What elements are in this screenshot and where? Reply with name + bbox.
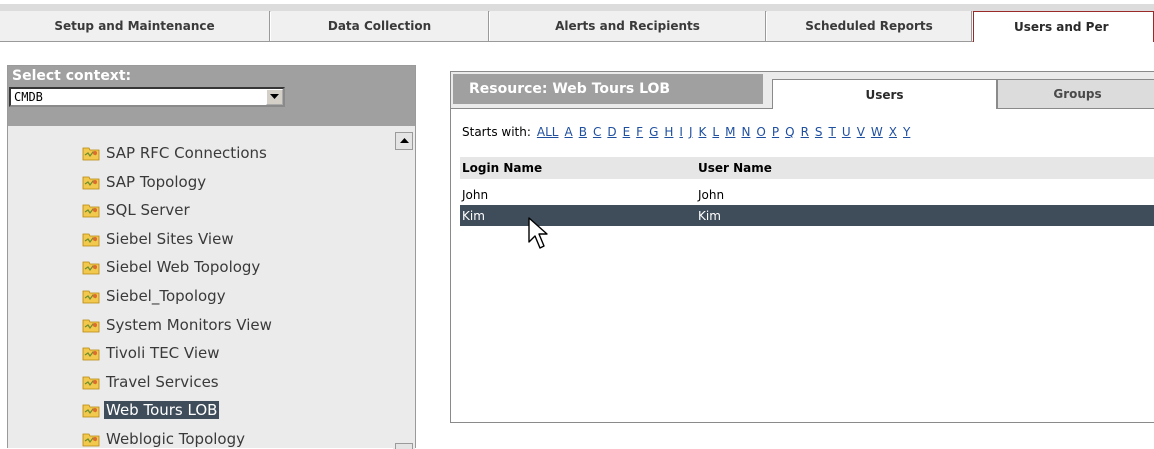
letter-filter-link[interactable]: V	[857, 125, 865, 139]
folder-icon	[82, 145, 100, 161]
context-header: Select context: CMDB	[8, 66, 415, 126]
letter-filter-link[interactable]: T	[829, 125, 836, 139]
top-tab-bar: Setup and Maintenance Data Collection Al…	[0, 0, 1154, 42]
tree-item-label: System Monitors View	[106, 315, 272, 334]
letter-filter-link[interactable]: M	[725, 125, 735, 139]
resource-title: Resource: Web Tours LOB	[453, 74, 763, 104]
column-user-name[interactable]: User Name	[698, 161, 772, 175]
tree-item[interactable]: SAP Topology	[82, 171, 208, 193]
letter-filter-link[interactable]: D	[607, 125, 616, 139]
context-tree: SAP RFC Connections SAP Topology SQL Serve…	[8, 126, 393, 449]
folder-icon	[82, 202, 100, 218]
tree-item-label: Siebel_Topology	[106, 287, 226, 305]
tree-item-label: Weblogic Topology	[106, 430, 245, 448]
folder-icon	[82, 345, 100, 361]
tree-item[interactable]: Siebel Sites View	[82, 228, 236, 250]
context-select[interactable]: CMDB	[9, 87, 285, 107]
folder-icon	[82, 231, 100, 247]
tree-item[interactable]: Tivoli TEC View	[82, 342, 222, 364]
letter-filter-link[interactable]: X	[889, 125, 897, 139]
tab-alerts-and-recipients[interactable]: Alerts and Recipients	[490, 11, 766, 41]
letter-filter-link[interactable]: R	[801, 125, 809, 139]
column-login-name[interactable]: Login Name	[462, 161, 542, 175]
tree-item-label: Siebel Sites View	[106, 229, 234, 248]
folder-icon	[82, 174, 100, 190]
mouse-pointer-icon	[528, 217, 548, 249]
letter-filter-link[interactable]: L	[712, 125, 719, 139]
tree-item-label: Siebel Web Topology	[106, 258, 261, 277]
letter-filter-link[interactable]: P	[772, 125, 779, 139]
resource-header: Resource: Web Tours LOB Users Groups	[451, 72, 1154, 109]
folder-icon	[82, 374, 100, 390]
letter-filter-link[interactable]: C	[593, 125, 601, 139]
letter-filter-link[interactable]: F	[636, 125, 643, 139]
tab-data-collection[interactable]: Data Collection	[271, 11, 489, 41]
folder-icon	[82, 431, 100, 447]
letter-filter-link[interactable]: ALL	[537, 125, 559, 139]
login-name-cell: Kim	[462, 209, 485, 223]
scroll-down-arrow-icon[interactable]	[395, 443, 413, 449]
letter-filter-link[interactable]: A	[564, 125, 572, 139]
context-select-value: CMDB	[14, 90, 43, 104]
letter-filter-link[interactable]: G	[649, 125, 658, 139]
tab-users-and-permissions[interactable]: Users and Per	[973, 11, 1154, 42]
tree-item[interactable]: Web Tours LOB	[82, 399, 220, 421]
tab-scheduled-reports[interactable]: Scheduled Reports	[767, 11, 972, 41]
tree-item[interactable]: Weblogic Topology	[82, 428, 247, 449]
tab-groups[interactable]: Groups	[997, 79, 1154, 109]
letter-filter-link[interactable]: U	[842, 125, 851, 139]
folder-icon	[82, 288, 100, 304]
letter-filter-link[interactable]: B	[579, 125, 587, 139]
table-row-selected[interactable]: Kim Kim	[460, 205, 1154, 226]
tab-setup-and-maintenance[interactable]: Setup and Maintenance	[0, 11, 270, 41]
letter-filter-link[interactable]: O	[756, 125, 765, 139]
tree-item[interactable]: Travel Services	[82, 371, 221, 393]
chevron-down-icon[interactable]	[266, 89, 283, 105]
letter-filter-link[interactable]: H	[664, 125, 673, 139]
login-name-cell: John	[462, 188, 489, 202]
tree-item-label: SAP RFC Connections	[106, 144, 267, 162]
context-label: Select context:	[12, 68, 132, 84]
tree-item[interactable]: Siebel Web Topology	[82, 256, 262, 278]
letter-filter-link[interactable]: J	[689, 125, 693, 139]
tree-item-label: SQL Server	[106, 201, 190, 220]
tree-item[interactable]: System Monitors View	[82, 314, 274, 336]
letter-filter-link[interactable]: N	[741, 125, 750, 139]
user-name-cell: John	[698, 188, 725, 202]
tree-item-label: SAP Topology	[106, 172, 207, 191]
users-table-header: Login Name User Name	[460, 157, 1154, 179]
letter-filter-link[interactable]: E	[623, 125, 631, 139]
folder-icon	[82, 317, 100, 333]
tree-item-label: Web Tours LOB	[104, 401, 220, 420]
tree-item[interactable]: Siebel_Topology	[82, 285, 228, 307]
tree-scrollbar[interactable]	[393, 132, 415, 449]
letter-filter-link[interactable]: I	[679, 125, 683, 139]
tree-item-label: Tivoli TEC View	[106, 344, 220, 363]
letter-filter-link[interactable]: Q	[785, 125, 794, 139]
tab-users[interactable]: Users	[772, 79, 997, 109]
context-panel: Select context: CMDB SAP RFC Connections…	[7, 65, 416, 449]
letter-filter-link[interactable]: Y	[903, 125, 910, 139]
tree-item[interactable]: SQL Server	[82, 199, 192, 221]
starts-with-label: Starts with:	[462, 125, 531, 139]
letter-filter-link[interactable]: K	[699, 125, 707, 139]
starts-with-filter: Starts with: ALL A B C D E F G H I J K L M N O P Q R S T U V W X Y	[462, 125, 910, 139]
scroll-up-arrow-icon[interactable]	[395, 132, 413, 150]
resource-panel: Resource: Web Tours LOB Users Groups Sta…	[450, 71, 1154, 423]
tree-item[interactable]: SAP RFC Connections	[82, 142, 269, 164]
letter-filter-link[interactable]: W	[871, 125, 883, 139]
folder-icon	[82, 259, 100, 275]
table-row[interactable]: John John	[460, 184, 1154, 205]
user-name-cell: Kim	[698, 209, 721, 223]
letter-filter-link[interactable]: S	[815, 125, 823, 139]
tree-item-label: Travel Services	[106, 372, 219, 391]
folder-icon	[82, 402, 100, 418]
